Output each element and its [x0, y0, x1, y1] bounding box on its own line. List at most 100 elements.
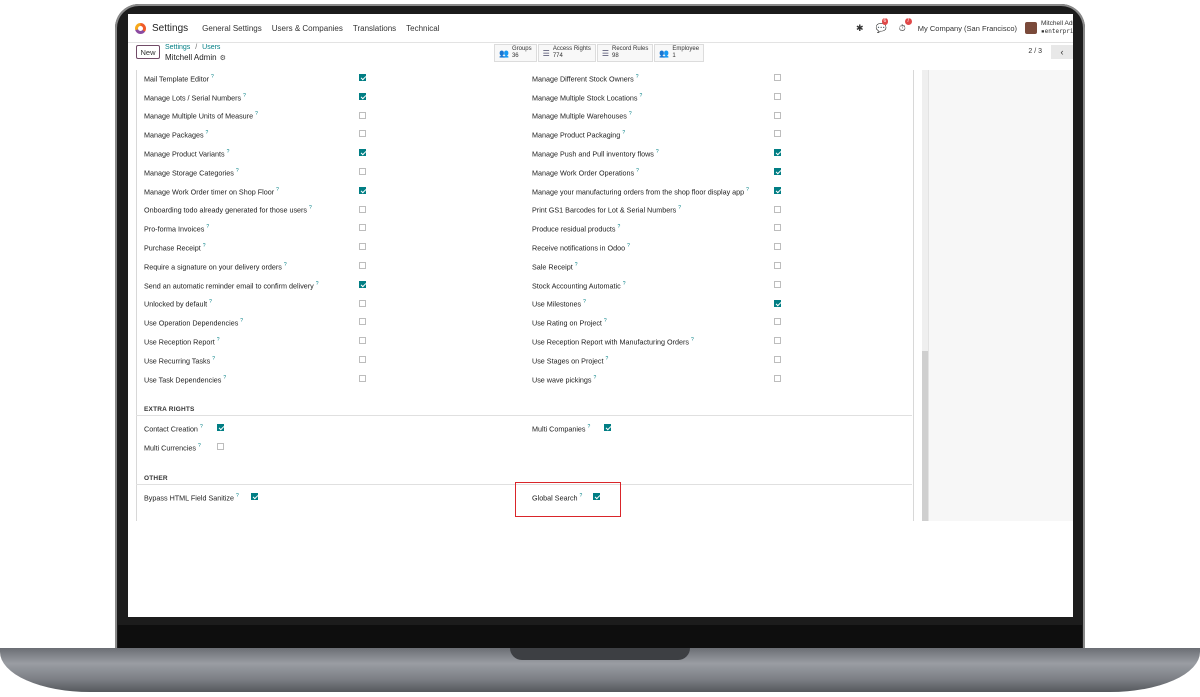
- checkbox-print-gs1-barcodes-for-lot-serial-numbers[interactable]: [774, 205, 781, 213]
- odoo-logo-icon[interactable]: [135, 22, 146, 34]
- checkbox-use-wave-pickings[interactable]: [774, 374, 781, 382]
- checkbox-manage-packages[interactable]: [359, 130, 366, 138]
- help-tooltip-icon[interactable]: ?: [236, 168, 239, 174]
- checkbox-manage-product-packaging[interactable]: [774, 130, 781, 138]
- menu-translations[interactable]: Translations: [353, 24, 396, 33]
- checkbox-bypass-html-field-sanitize[interactable]: [251, 493, 258, 500]
- checkbox-use-stages-on-project[interactable]: [774, 356, 781, 363]
- help-tooltip-icon[interactable]: ?: [243, 93, 246, 99]
- checkbox-manage-storage-categories[interactable]: [359, 168, 366, 175]
- help-tooltip-icon[interactable]: ?: [618, 224, 621, 230]
- checkbox-manage-multiple-units-of-measure[interactable]: [359, 111, 366, 119]
- checkbox-require-a-signature-on-your-delivery-orders[interactable]: [359, 262, 366, 269]
- help-tooltip-icon[interactable]: ?: [639, 93, 642, 99]
- checkbox-receive-notifications-in-odoo[interactable]: [774, 243, 781, 251]
- checkbox-contact-creation[interactable]: [217, 424, 224, 431]
- checkbox-use-milestones[interactable]: [774, 299, 781, 307]
- chat-icon[interactable]: 💬 6: [876, 17, 889, 34]
- help-tooltip-icon[interactable]: ?: [236, 493, 239, 499]
- breadcrumb-users[interactable]: Users: [202, 44, 220, 51]
- help-tooltip-icon[interactable]: ?: [583, 299, 586, 305]
- checkbox-manage-different-stock-owners[interactable]: [774, 74, 781, 81]
- help-tooltip-icon[interactable]: ?: [691, 337, 694, 343]
- help-tooltip-icon[interactable]: ?: [746, 187, 749, 193]
- checkbox-produce-residual-products[interactable]: [774, 224, 781, 232]
- help-tooltip-icon[interactable]: ?: [227, 149, 230, 155]
- help-tooltip-icon[interactable]: ?: [255, 111, 258, 117]
- checkbox-pro-forma-invoices[interactable]: [359, 224, 366, 232]
- gear-icon[interactable]: ⚙: [220, 55, 226, 62]
- checkbox-send-an-automatic-reminder-email-to-confirm-delivery[interactable]: [359, 280, 366, 288]
- company-switcher[interactable]: My Company (San Francisco): [918, 24, 1017, 33]
- help-tooltip-icon[interactable]: ?: [678, 205, 681, 211]
- checkbox-multi-currencies[interactable]: [217, 442, 224, 450]
- smart-button-employee[interactable]: 👥 Employee 1: [654, 44, 705, 62]
- checkbox-manage-multiple-stock-locations[interactable]: [774, 92, 781, 100]
- access-right-row: Manage your manufacturing orders from th…: [532, 182, 781, 201]
- menu-technical[interactable]: Technical: [406, 24, 439, 33]
- help-tooltip-icon[interactable]: ?: [209, 299, 212, 305]
- help-tooltip-icon[interactable]: ?: [203, 243, 206, 249]
- menu-general-settings[interactable]: General Settings: [202, 24, 262, 33]
- help-tooltip-icon[interactable]: ?: [316, 281, 319, 287]
- help-tooltip-icon[interactable]: ?: [606, 356, 609, 362]
- checkbox-sale-receipt[interactable]: [774, 262, 781, 269]
- checkbox-mail-template-editor[interactable]: [359, 74, 366, 81]
- help-tooltip-icon[interactable]: ?: [211, 74, 214, 80]
- help-tooltip-icon[interactable]: ?: [198, 443, 201, 449]
- help-tooltip-icon[interactable]: ?: [223, 375, 226, 381]
- smart-button-groups[interactable]: 👥 Groups 36: [494, 44, 537, 62]
- help-tooltip-icon[interactable]: ?: [276, 187, 279, 193]
- checkbox-unlocked-by-default[interactable]: [359, 299, 366, 307]
- help-tooltip-icon[interactable]: ?: [206, 224, 209, 230]
- checkbox-use-recurring-tasks[interactable]: [359, 356, 366, 363]
- activity-clock-icon[interactable]: ⏱ 7: [899, 17, 912, 34]
- checkbox-stock-accounting-automatic[interactable]: [774, 280, 781, 288]
- access-right-label: Stock Accounting Automatic?: [532, 280, 626, 290]
- checkbox-use-operation-dependencies[interactable]: [359, 318, 366, 326]
- pager-previous-button[interactable]: ‹: [1051, 45, 1073, 59]
- checkbox-manage-work-order-timer-on-shop-floor[interactable]: [359, 186, 366, 194]
- checkbox-onboarding-todo-already-generated-for-those-users[interactable]: [359, 205, 366, 213]
- checkbox-manage-product-variants[interactable]: [359, 149, 366, 157]
- help-tooltip-icon[interactable]: ?: [284, 262, 287, 268]
- checkbox-use-task-dependencies[interactable]: [359, 374, 366, 382]
- checkbox-purchase-receipt[interactable]: [359, 243, 366, 251]
- help-tooltip-icon[interactable]: ?: [629, 111, 632, 117]
- user-avatar[interactable]: [1025, 22, 1037, 34]
- bug-icon[interactable]: ✱: [856, 23, 864, 34]
- help-tooltip-icon[interactable]: ?: [594, 375, 597, 381]
- pager-value[interactable]: 2 / 3: [1028, 48, 1042, 55]
- checkbox-manage-work-order-operations[interactable]: [774, 168, 781, 175]
- checkbox-use-reception-report-with-manufacturing-orders[interactable]: [774, 337, 781, 345]
- checkbox-manage-multiple-warehouses[interactable]: [774, 111, 781, 119]
- help-tooltip-icon[interactable]: ?: [627, 243, 630, 249]
- menu-users-companies[interactable]: Users & Companies: [272, 24, 343, 33]
- new-button[interactable]: New: [136, 45, 160, 59]
- help-tooltip-icon[interactable]: ?: [622, 130, 625, 136]
- help-tooltip-icon[interactable]: ?: [206, 130, 209, 136]
- help-tooltip-icon[interactable]: ?: [623, 281, 626, 287]
- checkbox-manage-push-and-pull-inventory-flows[interactable]: [774, 149, 781, 157]
- help-tooltip-icon[interactable]: ?: [200, 424, 203, 430]
- help-tooltip-icon[interactable]: ?: [604, 318, 607, 324]
- checkbox-manage-your-manufacturing-orders-from-the-shop-floor-display-app[interactable]: [774, 186, 781, 194]
- help-tooltip-icon[interactable]: ?: [309, 205, 312, 211]
- breadcrumb-settings[interactable]: Settings: [165, 44, 190, 51]
- app-name[interactable]: Settings: [152, 23, 188, 34]
- help-tooltip-icon[interactable]: ?: [240, 318, 243, 324]
- help-tooltip-icon[interactable]: ?: [636, 168, 639, 174]
- user-menu[interactable]: Mitchell Admi ▪enterpris: [1041, 20, 1073, 36]
- help-tooltip-icon[interactable]: ?: [217, 337, 220, 343]
- help-tooltip-icon[interactable]: ?: [636, 74, 639, 80]
- help-tooltip-icon[interactable]: ?: [212, 356, 215, 362]
- help-tooltip-icon[interactable]: ?: [588, 424, 591, 430]
- smart-button-access-rights[interactable]: ☰ Access Rights 774: [537, 44, 596, 62]
- help-tooltip-icon[interactable]: ?: [575, 262, 578, 268]
- checkbox-use-rating-on-project[interactable]: [774, 318, 781, 326]
- help-tooltip-icon[interactable]: ?: [656, 149, 659, 155]
- checkbox-manage-lots-serial-numbers[interactable]: [359, 92, 366, 100]
- checkbox-multi-companies[interactable]: [604, 424, 611, 431]
- smart-button-record-rules[interactable]: ☰ Record Rules 98: [596, 44, 654, 62]
- checkbox-use-reception-report[interactable]: [359, 337, 366, 345]
